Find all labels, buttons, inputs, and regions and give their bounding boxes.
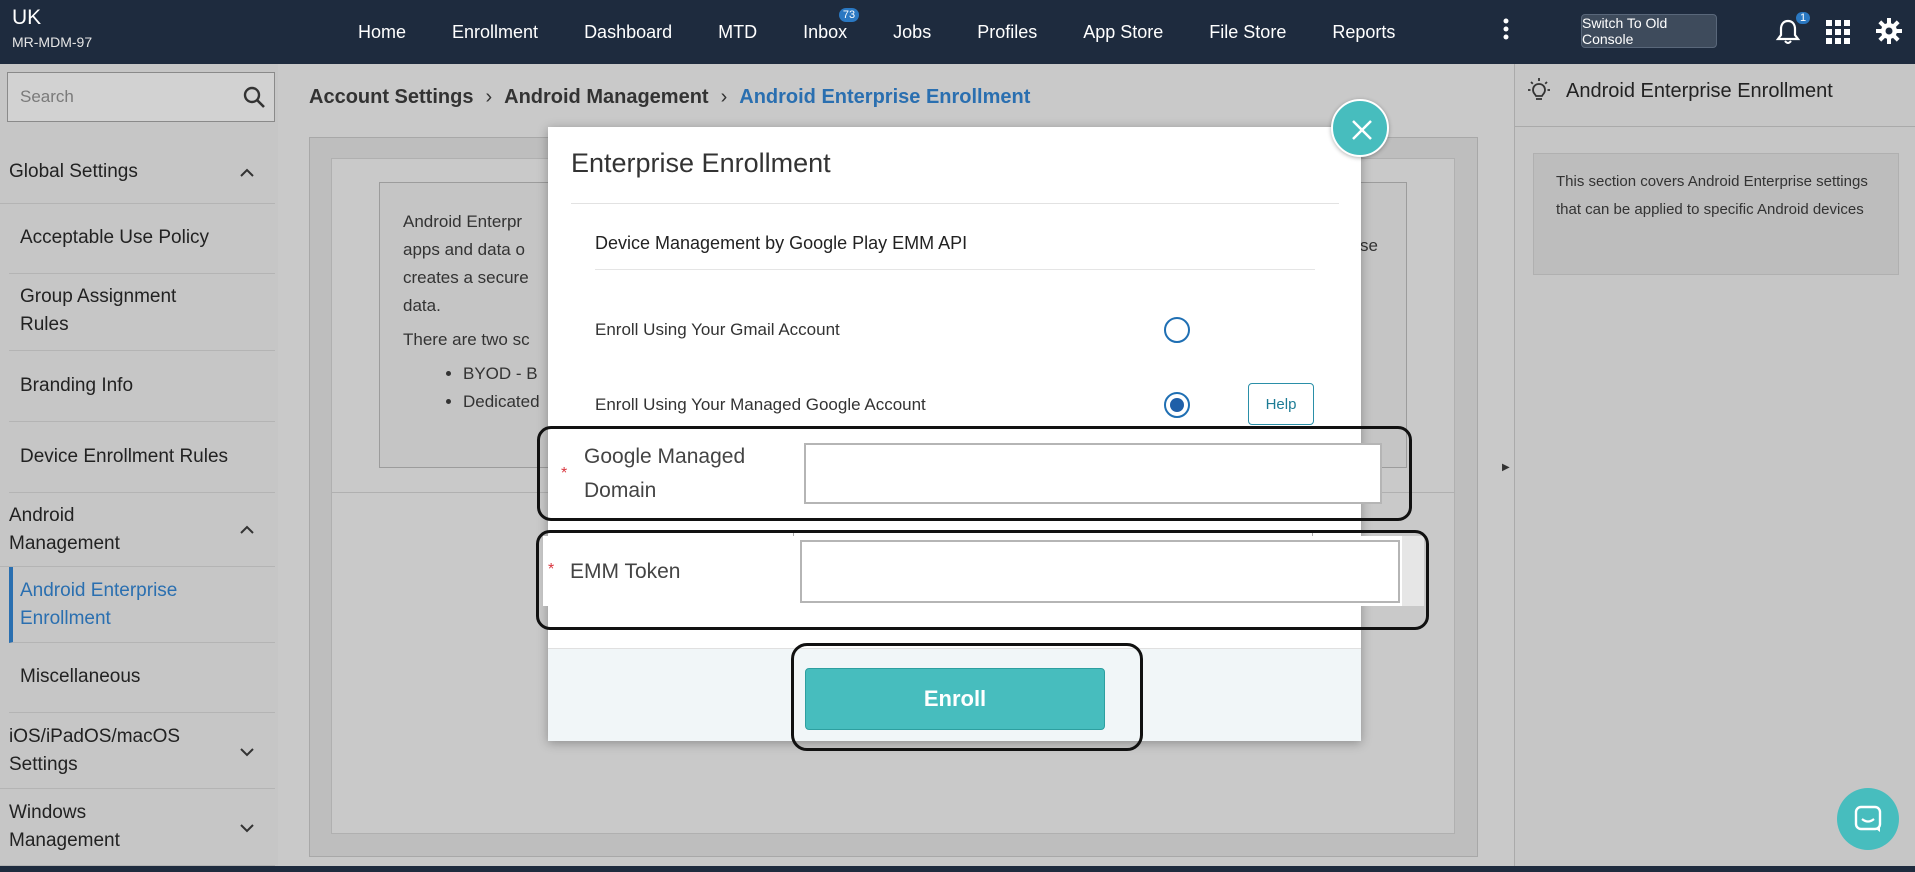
sidebar-search-input[interactable] bbox=[8, 73, 228, 121]
sidebar-item-label: iOS/iPadOS/macOS Settings bbox=[9, 726, 181, 775]
top-navigation-bar: UK MR-MDM-97 Home Enrollment Dashboard M… bbox=[0, 0, 1915, 64]
required-marker: * bbox=[548, 561, 555, 578]
sidebar-item-label: Group Assignment Rules bbox=[20, 286, 177, 335]
sidebar-item-branding-info[interactable]: Branding Info bbox=[9, 351, 275, 422]
modal-title: Enterprise Enrollment bbox=[571, 148, 831, 178]
managed-google-account-radio[interactable] bbox=[1164, 392, 1190, 418]
apps-grid-icon[interactable] bbox=[1826, 20, 1850, 44]
sidebar-item-android-enterprise-enrollment[interactable]: Android Enterprise Enrollment bbox=[9, 567, 275, 643]
more-menu-icon[interactable] bbox=[1503, 18, 1509, 44]
sidebar-search bbox=[7, 72, 275, 122]
breadcrumb-current: Android Enterprise Enrollment bbox=[739, 86, 1031, 108]
nav-dashboard[interactable]: Dashboard bbox=[584, 22, 672, 43]
help-panel-text: This section covers Android Enterprise s… bbox=[1556, 173, 1868, 218]
breadcrumb-separator-icon: › bbox=[485, 86, 493, 108]
modal-subtitle-divider bbox=[595, 269, 1315, 270]
breadcrumb-account-settings[interactable]: Account Settings bbox=[309, 86, 473, 109]
sidebar-item-acceptable-use-policy[interactable]: Acceptable Use Policy bbox=[9, 204, 275, 274]
chat-support-button[interactable] bbox=[1837, 788, 1899, 850]
sidebar-item-label: Branding Info bbox=[20, 375, 134, 396]
nav-jobs[interactable]: Jobs bbox=[893, 22, 931, 43]
search-icon[interactable] bbox=[242, 85, 266, 109]
sidebar-item-ios-settings[interactable]: iOS/iPadOS/macOS Settings bbox=[0, 713, 275, 789]
info-line-fragment: se bbox=[1360, 236, 1378, 255]
sidebar-item-group-assignment-rules[interactable]: Group Assignment Rules bbox=[9, 274, 275, 351]
main-nav: Home Enrollment Dashboard MTD Inbox 73 J… bbox=[335, 0, 1418, 64]
nav-profiles[interactable]: Profiles bbox=[977, 22, 1037, 43]
account-brand[interactable]: UK MR-MDM-97 bbox=[12, 6, 92, 50]
sidebar-item-label: Device Enrollment Rules bbox=[20, 446, 229, 467]
settings-gear-icon[interactable] bbox=[1876, 18, 1902, 44]
google-domain-input[interactable] bbox=[804, 443, 1382, 504]
gmail-account-radio[interactable] bbox=[1164, 317, 1190, 343]
sidebar-item-windows-management[interactable]: Windows Management bbox=[0, 789, 275, 866]
sidebar-item-label: Windows Management bbox=[9, 802, 120, 851]
chevron-up-icon bbox=[240, 525, 254, 534]
nav-home[interactable]: Home bbox=[358, 22, 406, 43]
sidebar-item-label: Acceptable Use Policy bbox=[20, 227, 210, 248]
help-panel-divider bbox=[1514, 126, 1915, 127]
breadcrumb-android-management[interactable]: Android Management bbox=[504, 86, 708, 109]
account-org-name: UK bbox=[12, 6, 42, 29]
chat-icon bbox=[1854, 805, 1882, 832]
nav-inbox-label: Inbox bbox=[803, 21, 848, 42]
nav-app-store[interactable]: App Store bbox=[1083, 22, 1163, 43]
nav-mtd[interactable]: MTD bbox=[718, 22, 757, 43]
breadcrumb-separator-icon: › bbox=[720, 86, 728, 108]
gmail-option-label: Enroll Using Your Gmail Account bbox=[595, 320, 840, 339]
emm-token-input[interactable] bbox=[800, 540, 1400, 603]
required-marker: * bbox=[561, 465, 568, 482]
nav-inbox[interactable]: Inbox 73 bbox=[803, 7, 860, 43]
help-panel-title: Android Enterprise Enrollment bbox=[1566, 79, 1833, 102]
notification-count-badge: 1 bbox=[1796, 12, 1811, 24]
bottom-strip bbox=[0, 866, 1915, 872]
collapse-panel-icon[interactable]: ▶ bbox=[1502, 462, 1510, 473]
sidebar-item-android-management[interactable]: Android Management bbox=[0, 493, 275, 567]
sidebar-item-device-enrollment-rules[interactable]: Device Enrollment Rules bbox=[9, 422, 275, 493]
modal-subtitle: Device Management by Google Play EMM API bbox=[595, 233, 968, 253]
close-modal-button[interactable] bbox=[1331, 99, 1389, 157]
managed-google-option-label: Enroll Using Your Managed Google Account bbox=[595, 395, 926, 414]
help-button[interactable]: Help bbox=[1248, 383, 1314, 425]
inbox-count-badge: 73 bbox=[838, 7, 860, 22]
chevron-down-icon bbox=[240, 748, 254, 757]
chevron-up-icon bbox=[240, 168, 254, 177]
sidebar-item-label: Android Management bbox=[9, 505, 120, 554]
breadcrumb: Account Settings › Android Management › … bbox=[309, 86, 1030, 109]
switch-old-console-button[interactable]: Switch To Old Console bbox=[1581, 14, 1717, 48]
nav-reports[interactable]: Reports bbox=[1332, 22, 1395, 43]
chevron-down-icon bbox=[240, 824, 254, 833]
sidebar-item-global-settings[interactable]: Global Settings bbox=[0, 142, 275, 204]
sidebar-item-label: Miscellaneous bbox=[20, 666, 141, 687]
nav-enrollment[interactable]: Enrollment bbox=[452, 22, 538, 43]
close-icon bbox=[1352, 120, 1372, 140]
emm-token-label: EMM Token bbox=[570, 560, 681, 583]
sidebar-item-label: Global Settings bbox=[9, 161, 138, 182]
google-domain-label: Google Managed Domain bbox=[584, 445, 746, 502]
account-site-name: MR-MDM-97 bbox=[12, 34, 93, 50]
sidebar-item-miscellaneous[interactable]: Miscellaneous bbox=[9, 643, 275, 713]
sidebar-item-label: Android Enterprise Enrollment bbox=[20, 580, 178, 629]
lightbulb-icon bbox=[1528, 78, 1550, 100]
nav-file-store[interactable]: File Store bbox=[1209, 22, 1286, 43]
enroll-button[interactable]: Enroll bbox=[805, 668, 1105, 730]
help-panel-header: Android Enterprise Enrollment bbox=[1526, 78, 1833, 104]
modal-title-divider bbox=[571, 203, 1339, 204]
settings-sidebar: Global Settings Acceptable Use Policy Gr… bbox=[0, 64, 278, 872]
